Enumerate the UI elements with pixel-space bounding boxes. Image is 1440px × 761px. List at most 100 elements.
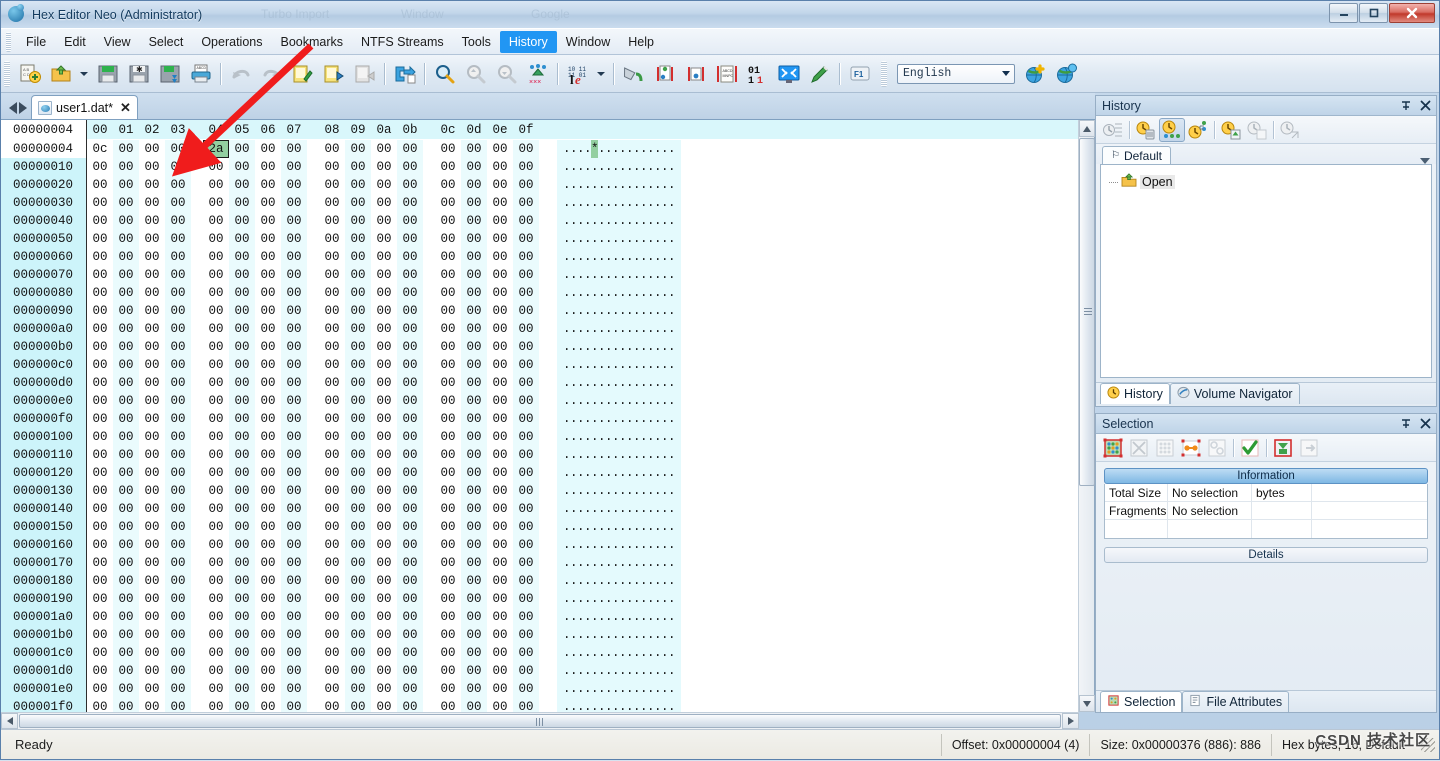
hex-byte-cell[interactable]: 00	[319, 212, 345, 230]
ascii-char[interactable]: .	[661, 284, 669, 302]
ascii-char[interactable]: .	[591, 446, 599, 464]
ascii-char[interactable]: .	[619, 338, 627, 356]
hex-byte-cell[interactable]: 00	[255, 212, 281, 230]
ascii-block[interactable]: ................	[557, 230, 681, 248]
ascii-char[interactable]: .	[605, 374, 613, 392]
ascii-char[interactable]: .	[598, 428, 606, 446]
ascii-char[interactable]: .	[668, 392, 676, 410]
ascii-char[interactable]: .	[605, 482, 613, 500]
ascii-char[interactable]: .	[591, 500, 599, 518]
history-add-icon[interactable]	[1218, 118, 1244, 142]
hex-row[interactable]: 00000080 00 00 00 00 00 00 00 00 00 00 00 00 00 00 00 00…	[1, 284, 1079, 302]
hex-byte-cell[interactable]: 00	[319, 338, 345, 356]
hex-byte-cell[interactable]: 00	[203, 176, 229, 194]
hex-byte-cell[interactable]: 00	[397, 356, 423, 374]
ascii-char[interactable]: .	[633, 284, 641, 302]
hex-byte-cell[interactable]: 00	[229, 176, 255, 194]
hex-byte-cell[interactable]: 00	[281, 662, 307, 680]
ascii-char[interactable]: .	[612, 194, 620, 212]
open-dropdown-icon[interactable]	[77, 59, 91, 88]
hex-byte-cell[interactable]: 00	[229, 536, 255, 554]
ascii-block[interactable]: ................	[557, 392, 681, 410]
hex-byte-cell[interactable]: 00	[139, 410, 165, 428]
ascii-char[interactable]: .	[584, 680, 592, 698]
ascii-char[interactable]: .	[661, 608, 669, 626]
hex-byte-cell[interactable]: 00	[461, 356, 487, 374]
ascii-char[interactable]: .	[654, 500, 662, 518]
ascii-char[interactable]: .	[633, 266, 641, 284]
ascii-char[interactable]: .	[570, 482, 578, 500]
ascii-char[interactable]: .	[661, 590, 669, 608]
hex-byte-cell[interactable]: 00	[435, 590, 461, 608]
hex-byte-cell[interactable]: 00	[487, 302, 513, 320]
ascii-char[interactable]: .	[633, 680, 641, 698]
ascii-char[interactable]: .	[668, 428, 676, 446]
hex-byte-cell[interactable]: 00	[513, 140, 539, 158]
hex-byte-cell[interactable]: 00	[203, 320, 229, 338]
ascii-char[interactable]: .	[626, 194, 634, 212]
ascii-char[interactable]: .	[584, 500, 592, 518]
ascii-char[interactable]: .	[661, 140, 669, 158]
hex-byte-cell[interactable]: 00	[87, 626, 113, 644]
ascii-char[interactable]: .	[612, 302, 620, 320]
ascii-char[interactable]: .	[577, 698, 585, 712]
ascii-char[interactable]: .	[591, 248, 599, 266]
ascii-char[interactable]: .	[563, 572, 571, 590]
hex-byte-cell[interactable]: 00	[513, 230, 539, 248]
ascii-char[interactable]: .	[591, 338, 599, 356]
hex-byte-cell[interactable]: 00	[461, 428, 487, 446]
ascii-char[interactable]: .	[633, 572, 641, 590]
ascii-char[interactable]: .	[654, 680, 662, 698]
ascii-char[interactable]: .	[563, 320, 571, 338]
language-selector[interactable]: English	[897, 63, 1015, 84]
ascii-char[interactable]: .	[619, 230, 627, 248]
hex-byte-cell[interactable]: 00	[113, 482, 139, 500]
ascii-char[interactable]: .	[640, 266, 648, 284]
ascii-char[interactable]: .	[598, 482, 606, 500]
hex-byte-cell[interactable]: 00	[371, 608, 397, 626]
hex-byte-cell[interactable]: 00	[113, 320, 139, 338]
hex-byte-cell[interactable]: 00	[139, 482, 165, 500]
hex-byte-cell[interactable]: 00	[397, 392, 423, 410]
hex-byte-cell[interactable]: 00	[165, 500, 191, 518]
ascii-char[interactable]: .	[647, 302, 655, 320]
hex-byte-cell[interactable]: 00	[113, 644, 139, 662]
hex-byte-cell[interactable]: 00	[461, 230, 487, 248]
hex-byte-cell[interactable]: 00	[165, 410, 191, 428]
hex-byte-cell[interactable]: 00	[397, 662, 423, 680]
hex-byte-cell[interactable]: 00	[319, 518, 345, 536]
hex-byte-cell[interactable]: 00	[461, 140, 487, 158]
hex-byte-cell[interactable]: 00	[371, 446, 397, 464]
hex-byte-cell[interactable]: 00	[113, 698, 139, 712]
ascii-char[interactable]: .	[654, 266, 662, 284]
ascii-char[interactable]: .	[570, 176, 578, 194]
hex-byte-cell[interactable]: 00	[281, 212, 307, 230]
ascii-char[interactable]: .	[626, 374, 634, 392]
ascii-char[interactable]: .	[668, 608, 676, 626]
ascii-char[interactable]: .	[612, 410, 620, 428]
hex-byte-cell[interactable]: 00	[113, 392, 139, 410]
ascii-char[interactable]: .	[612, 464, 620, 482]
hex-row[interactable]: 00000160 00 00 00 00 00 00 00 00 00 00 00 00 00 00 00 00…	[1, 536, 1079, 554]
ascii-char[interactable]: .	[570, 428, 578, 446]
ascii-char[interactable]: .	[605, 680, 613, 698]
ascii-char[interactable]: .	[605, 266, 613, 284]
ascii-char[interactable]: .	[654, 626, 662, 644]
hex-byte-cell[interactable]: 00	[165, 302, 191, 320]
hex-byte-cell[interactable]: 00	[229, 428, 255, 446]
ascii-block[interactable]: ................	[557, 320, 681, 338]
hex-byte-cell[interactable]: 00	[487, 140, 513, 158]
hex-byte-cell[interactable]: 00	[203, 266, 229, 284]
ascii-char[interactable]: .	[640, 626, 648, 644]
hex-byte-cell[interactable]: 00	[513, 248, 539, 266]
hex-byte-cell[interactable]: 00	[435, 140, 461, 158]
hex-byte-cell[interactable]: 00	[113, 230, 139, 248]
ascii-char[interactable]: .	[563, 518, 571, 536]
ascii-char[interactable]: .	[626, 644, 634, 662]
hex-byte-cell[interactable]: 00	[371, 572, 397, 590]
ascii-char[interactable]: .	[626, 302, 634, 320]
ascii-char[interactable]: .	[591, 374, 599, 392]
ascii-char[interactable]: .	[577, 500, 585, 518]
ascii-char[interactable]: .	[633, 518, 641, 536]
hex-byte-cell[interactable]: 00	[461, 446, 487, 464]
